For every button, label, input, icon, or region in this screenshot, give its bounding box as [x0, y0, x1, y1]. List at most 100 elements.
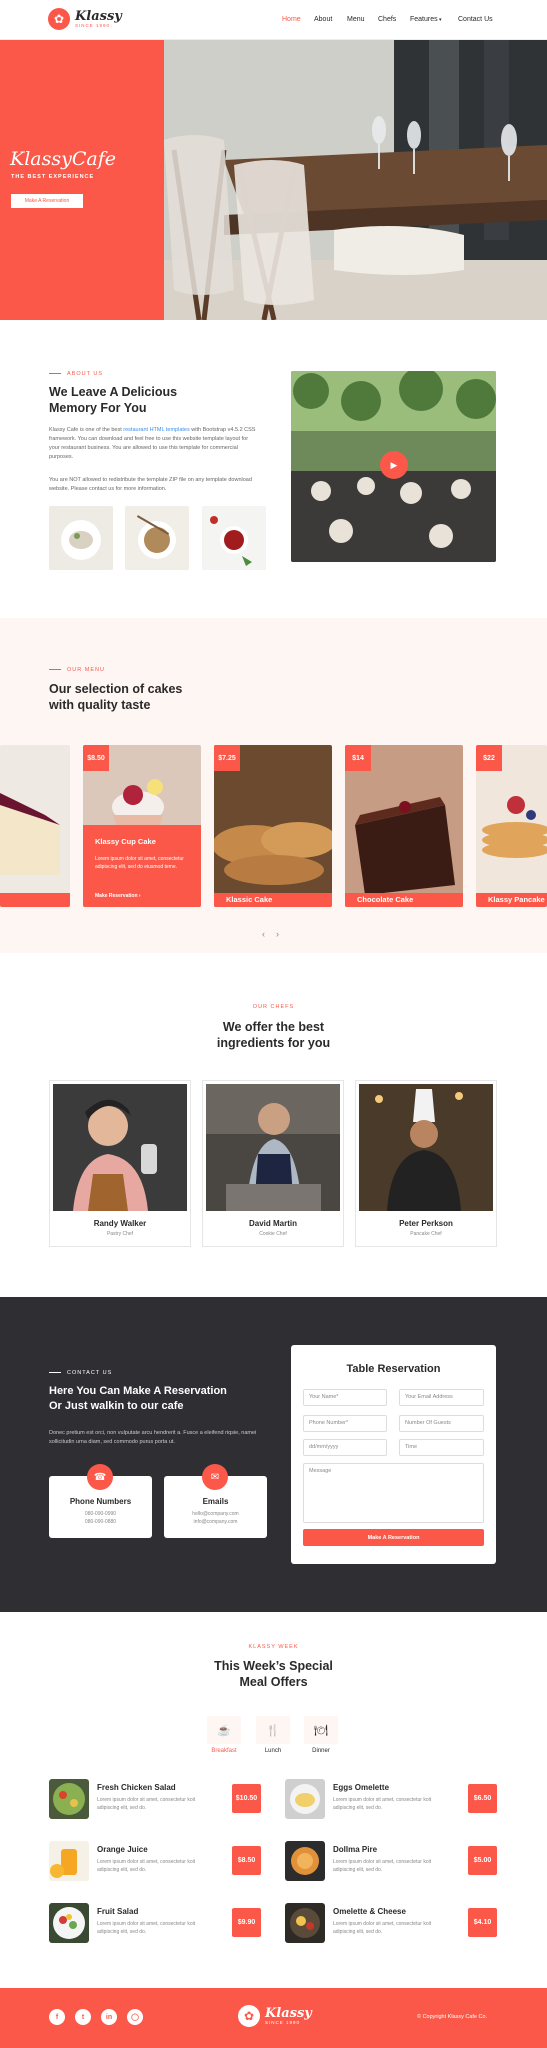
chef-3-role: Pancake Chef: [410, 1231, 442, 1237]
linkedin-icon[interactable]: in: [101, 2009, 117, 2025]
contact-title-line1: Here You Can Make A Reservation: [49, 1385, 227, 1397]
submit-reservation-button[interactable]: Make A Reservation: [303, 1529, 484, 1546]
menu-card-2-price: $7.25: [214, 745, 240, 771]
footer-logo[interactable]: ✿ Klassy SINCE 1990: [238, 2005, 312, 2027]
time-select[interactable]: Time: [399, 1439, 484, 1456]
email-title: Emails: [202, 1497, 229, 1506]
week-title-line2: Meal Offers: [239, 1675, 308, 1689]
nav-menu[interactable]: Menu: [347, 16, 365, 23]
email-icon: ✉: [202, 1464, 228, 1490]
logo-icon: ✿: [48, 8, 70, 30]
tab-lunch[interactable]: Lunch: [250, 1748, 296, 1754]
menu-card-3-price: $14: [345, 745, 371, 771]
twitter-icon[interactable]: t: [75, 2009, 91, 2025]
dish-4-price: $5.00: [468, 1846, 497, 1875]
nav-home[interactable]: Home: [282, 16, 301, 23]
menu-card-1-link[interactable]: Make Reservation ›: [95, 893, 141, 899]
week-title-line1: This Week’s Special: [214, 1659, 333, 1673]
facebook-icon[interactable]: f: [49, 2009, 65, 2025]
menu-card-2-name: Klassic Cake: [214, 893, 332, 907]
dish-6-name: Omelette & Cheese: [333, 1907, 406, 1916]
nav-features-label: Features: [410, 16, 438, 23]
tab-dinner[interactable]: Dinner: [298, 1748, 344, 1754]
chef-card-1[interactable]: Randy Walker Pastry Chef: [49, 1080, 191, 1247]
phone-box: ☎ Phone Numbers 080-090-0990 080-090-088…: [49, 1464, 152, 1538]
chef-3-name: Peter Perkson: [399, 1219, 453, 1228]
menu-card-1-desc: Lorem ipsum dolor sit amet, consectetur …: [95, 856, 184, 870]
dinner-icon[interactable]: 🍽: [304, 1716, 338, 1744]
phone-2[interactable]: 080-090-0880: [49, 1519, 152, 1525]
dish-2-image: [285, 1779, 325, 1819]
name-input[interactable]: Your Name*: [303, 1389, 387, 1406]
about-thumb-3: [202, 506, 266, 570]
chef-photo-1: [53, 1084, 187, 1211]
footer-brand-name: Klassy: [265, 2005, 312, 2021]
dish-3-name: Orange Juice: [97, 1845, 148, 1854]
about-title-line2: Memory For You: [49, 401, 147, 415]
menu-eyebrow: OUR MENU: [49, 667, 105, 673]
about-title-line1: We Leave A Delicious: [49, 385, 178, 399]
menu-card-3-name: Chocolate Cake: [345, 893, 463, 907]
tab-breakfast[interactable]: Breakfast: [201, 1748, 247, 1754]
chef-card-2[interactable]: David Martin Cookie Chef: [202, 1080, 344, 1247]
dish-2-price: $6.50: [468, 1784, 497, 1813]
contact-eyebrow: CONTACT US: [49, 1370, 112, 1376]
hero-image: [164, 40, 547, 320]
dish-1-price: $10.50: [232, 1784, 261, 1813]
chef-2-role: Cookie Chef: [259, 1231, 287, 1237]
play-icon[interactable]: ▶: [380, 451, 408, 479]
chef-card-3[interactable]: Peter Perkson Pancake Chef: [355, 1080, 497, 1247]
footer-copyright: © Copyright Klassy Cafe Co.: [417, 2014, 488, 2020]
about-p1-link[interactable]: restaurant HTML templates: [123, 427, 189, 433]
email-2[interactable]: info@company.com: [164, 1519, 267, 1525]
nav-chefs[interactable]: Chefs: [378, 16, 396, 23]
dish-3-desc: Lorem ipsum dolor sit amet, consectetur …: [97, 1859, 196, 1873]
chefs-eyebrow: OUR CHEFS: [252, 1004, 295, 1010]
phone-input[interactable]: Phone Number*: [303, 1415, 387, 1432]
hero-title: KlassyCafe: [10, 148, 116, 170]
phone-1[interactable]: 080-090-0990: [49, 1511, 152, 1517]
date-input[interactable]: dd/mm/yyyy: [303, 1439, 387, 1456]
site-header: ✿ Klassy SINCE 1990 Home About Menu Chef…: [0, 0, 547, 40]
chef-2-name: David Martin: [248, 1219, 297, 1228]
contact-title: Here You Can Make A Reservation Or Just …: [49, 1384, 227, 1414]
lunch-icon[interactable]: 🍴: [256, 1716, 290, 1744]
hero-panel: KlassyCafe THE BEST EXPERIENCE Make A Re…: [0, 40, 164, 320]
menu-card-1[interactable]: $8.50 Klassy Cup Cake Lorem ipsum dolor …: [83, 745, 201, 907]
restaurant-interior-illustration: [164, 40, 547, 320]
breakfast-icon[interactable]: ☕: [207, 1716, 241, 1744]
nav-contact[interactable]: Contact Us: [458, 16, 493, 23]
about-video[interactable]: ▶: [291, 371, 496, 562]
dish-3-image: [49, 1841, 89, 1881]
email-1[interactable]: hello@company.com: [164, 1511, 267, 1517]
dish-5-price: $9.90: [232, 1908, 261, 1937]
nav-features[interactable]: Features ▾: [410, 16, 442, 23]
dish-1-name: Fresh Chicken Salad: [97, 1783, 176, 1792]
hero-reservation-button[interactable]: Make A Reservation: [11, 194, 83, 208]
week-title: This Week’s Special Meal Offers: [0, 1658, 547, 1690]
about-eyebrow-label: ABOUT US: [67, 371, 104, 377]
menu-card-1-price: $8.50: [83, 745, 109, 771]
instagram-icon[interactable]: ◯: [127, 2009, 143, 2025]
footer-logo-icon: ✿: [238, 2005, 260, 2027]
nav-about[interactable]: About: [314, 16, 332, 23]
chefs-title: We offer the best ingredients for you: [0, 1019, 547, 1051]
dumplings-plate-icon: [49, 506, 113, 570]
message-textarea[interactable]: Message: [303, 1463, 484, 1523]
brand-logo[interactable]: ✿ Klassy SINCE 1990: [48, 8, 122, 30]
chefs-title-line1: We offer the best: [222, 1020, 325, 1034]
noodle-bowl-icon: [125, 506, 189, 570]
chef-1-name: Randy Walker: [93, 1219, 147, 1228]
menu-card-3[interactable]: $14 Chocolate Cake: [345, 745, 463, 907]
menu-card-4[interactable]: $22 Klassy Pancake: [476, 745, 547, 907]
dish-5-desc: Lorem ipsum dolor sit amet, consectetur …: [97, 1921, 196, 1935]
guests-select[interactable]: Number Of Guests: [399, 1415, 484, 1432]
menu-card-partial[interactable]: [0, 745, 70, 907]
dish-4-name: Dollma Pire: [333, 1845, 378, 1854]
menu-card-2[interactable]: $7.25 Klassic Cake: [214, 745, 332, 907]
carousel-next-icon[interactable]: ›: [276, 929, 279, 939]
email-field[interactable]: Your Email Address: [399, 1389, 484, 1406]
carousel-prev-icon[interactable]: ‹: [262, 929, 265, 939]
hero-subtitle: THE BEST EXPERIENCE: [11, 174, 95, 180]
about-thumb-1: [49, 506, 113, 570]
